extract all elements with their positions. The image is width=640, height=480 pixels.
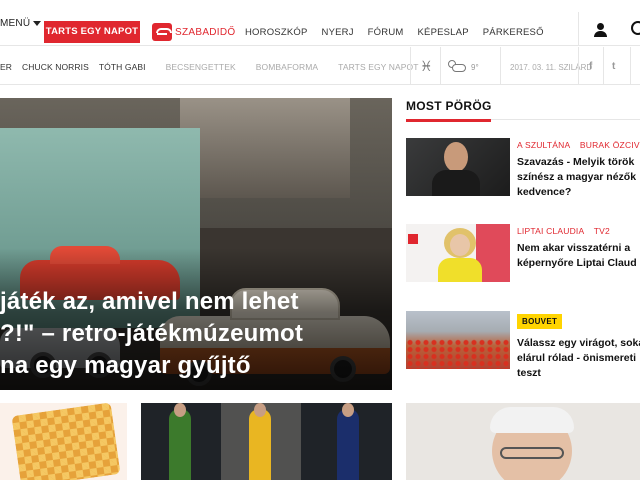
- article-tags: LIPTAI CLAUDIA TV2: [517, 226, 617, 236]
- twitter-icon[interactable]: t: [612, 61, 615, 72]
- list-item[interactable]: LIPTAI CLAUDIA TV2 Nem akar visszatérni …: [406, 224, 640, 284]
- article-title-line: kedvence?: [517, 186, 572, 198]
- zodiac-pisces-icon[interactable]: ♓: [420, 59, 433, 73]
- most-porog-section: MOST PÖRÖG A SZULTÁNA BURAK ÖZCIVIT Szav…: [406, 99, 640, 379]
- top-navigation: MENÜ TARTS EGY NAPOT SZABADIDŐ HOROSZKÓP…: [0, 0, 640, 46]
- article-title-line: teszt: [517, 367, 541, 379]
- header-actions: [578, 12, 640, 46]
- divider: [410, 47, 411, 85]
- hero-article[interactable]: játék az, amivel nem lehet ?!" – retro-j…: [0, 98, 392, 390]
- article-title-line: képernyőre Liptai Claud: [517, 257, 637, 269]
- hero-headline-line: ?!" – retro-játékmúzeumot: [0, 320, 304, 347]
- date-nameday: 2017. 03. 11. SZILÁRD: [510, 63, 593, 72]
- facebook-icon[interactable]: f: [589, 61, 592, 72]
- article-title-line: Nem akar visszatérni a: [517, 242, 631, 254]
- tag-link[interactable]: BECSENGETTEK: [166, 62, 236, 72]
- nav-link-forum[interactable]: FÓRUM: [368, 27, 404, 38]
- sponsor-badge: BOUVET: [517, 314, 563, 329]
- pastry-image: [11, 403, 121, 480]
- brand-name: SZABADIDŐ: [175, 26, 236, 38]
- hero-headline-line: játék az, amivel nem lehet: [0, 288, 299, 315]
- user-icon[interactable]: [594, 23, 608, 37]
- article-thumbnail[interactable]: [406, 311, 510, 369]
- brand-logo-icon: [152, 23, 172, 41]
- article-title[interactable]: Szavazás - Melyik török színész a magyar…: [517, 155, 640, 200]
- section-title: MOST PÖRÖG: [406, 99, 492, 113]
- article-card-image[interactable]: [141, 403, 392, 480]
- brand-link[interactable]: SZABADIDŐ: [152, 21, 236, 43]
- article-title[interactable]: Válassz egy virágot, soka elárul rólad -…: [517, 336, 640, 381]
- hero-background-figure: [180, 98, 350, 198]
- tag-link[interactable]: TÓTH GABI: [99, 62, 146, 72]
- divider: [603, 47, 604, 85]
- nav-link-kepeslap[interactable]: KÉPESLAP: [418, 27, 469, 38]
- tag-link[interactable]: ER: [0, 62, 12, 72]
- temperature: 9°: [471, 63, 479, 72]
- hero-headline[interactable]: játék az, amivel nem lehet ?!" – retro-j…: [0, 286, 392, 382]
- list-item[interactable]: BOUVET Válassz egy virágot, soka elárul …: [406, 311, 640, 379]
- section-divider: [491, 119, 640, 120]
- divider: [440, 47, 441, 85]
- tag-link[interactable]: TV2: [594, 226, 610, 236]
- main-nav-links: HOROSZKÓP NYERJ FÓRUM KÉPESLAP PÁRKERESŐ: [245, 27, 558, 38]
- article-title-line: elárul rólad - önismereti: [517, 352, 637, 364]
- tag-link[interactable]: BURAK ÖZCIVIT: [580, 140, 640, 150]
- secondary-navigation: ER CHUCK NORRIS TÓTH GABI BECSENGETTEK B…: [0, 47, 640, 85]
- article-title-line: Válassz egy virágot, soka: [517, 337, 640, 349]
- list-item[interactable]: A SZULTÁNA BURAK ÖZCIVIT Szavazás - Mely…: [406, 138, 640, 198]
- trending-tags: ER CHUCK NORRIS TÓTH GABI BECSENGETTEK B…: [0, 62, 429, 72]
- caret-down-icon: [33, 20, 42, 26]
- article-card-image[interactable]: [0, 403, 127, 480]
- article-title-line: színész a magyar nézők: [517, 171, 637, 183]
- tag-link[interactable]: TARTS EGY NAPOT: [338, 62, 418, 72]
- partly-cloudy-icon: [448, 60, 466, 72]
- menu-label: MENÜ: [0, 18, 31, 29]
- tarts-egy-napot-button[interactable]: TARTS EGY NAPOT: [44, 21, 140, 43]
- divider: [578, 47, 579, 85]
- hero-headline-line: na egy magyar gyűjtő: [0, 352, 251, 379]
- nav-link-parkereso[interactable]: PÁRKERESŐ: [483, 27, 544, 38]
- search-icon[interactable]: [631, 21, 640, 35]
- article-title[interactable]: Nem akar visszatérni a képernyőre Liptai…: [517, 241, 640, 271]
- article-title-line: Szavazás - Melyik török: [517, 156, 635, 168]
- section-title-underline: [406, 119, 491, 122]
- nav-link-nyerj[interactable]: NYERJ: [322, 27, 354, 38]
- menu-button[interactable]: MENÜ: [0, 18, 42, 29]
- article-card-image[interactable]: [406, 403, 640, 480]
- tag-link[interactable]: BOMBAFORMA: [256, 62, 318, 72]
- divider: [630, 47, 631, 85]
- nav-link-horoszkop[interactable]: HOROSZKÓP: [245, 27, 308, 38]
- article-thumbnail[interactable]: [406, 138, 510, 196]
- tag-link[interactable]: LIPTAI CLAUDIA: [517, 226, 584, 236]
- tag-link[interactable]: CHUCK NORRIS: [22, 62, 89, 72]
- article-tags: A SZULTÁNA BURAK ÖZCIVIT: [517, 140, 640, 150]
- tag-link[interactable]: A SZULTÁNA: [517, 140, 570, 150]
- divider: [500, 47, 501, 85]
- article-thumbnail[interactable]: [406, 224, 510, 282]
